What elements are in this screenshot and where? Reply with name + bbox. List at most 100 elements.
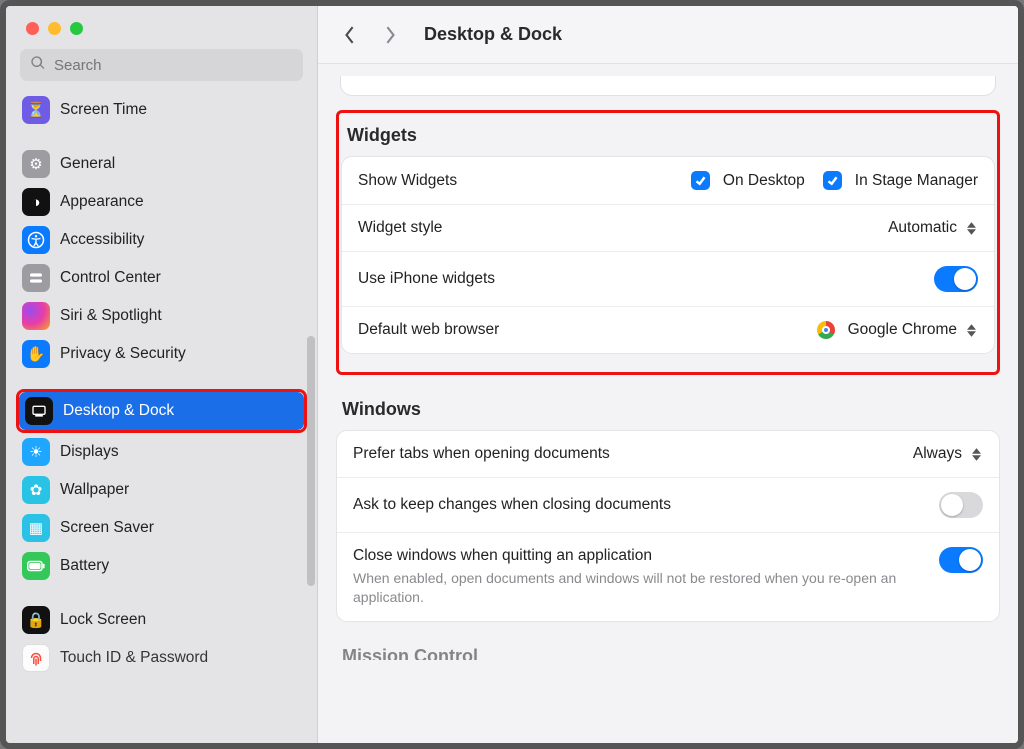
sidebar-item-appearance[interactable]: ◑ Appearance — [16, 183, 307, 221]
sidebar-item-touch-id[interactable]: Touch ID & Password — [16, 639, 307, 677]
search-input[interactable] — [54, 57, 293, 74]
sidebar-item-screen-time[interactable]: ⏳ Screen Time — [16, 91, 307, 129]
checkbox-on-desktop[interactable]: On Desktop — [691, 171, 805, 190]
sidebar-item-label: Screen Saver — [60, 519, 154, 537]
hourglass-icon: ⏳ — [22, 96, 50, 124]
sidebar-item-label: Siri & Spotlight — [60, 307, 162, 325]
flower-icon: ✿ — [22, 476, 50, 504]
minimize-window[interactable] — [48, 22, 61, 35]
row-ask-keep-changes: Ask to keep changes when closing documen… — [337, 477, 999, 532]
sidebar-item-desktop-dock[interactable]: Desktop & Dock — [19, 392, 304, 430]
sliders-icon — [22, 264, 50, 292]
sidebar-item-control-center[interactable]: Control Center — [16, 259, 307, 297]
window-controls — [6, 6, 317, 43]
sidebar-item-label: Lock Screen — [60, 611, 146, 629]
iphone-widgets-label: Use iPhone widgets — [358, 270, 495, 288]
previous-section-peek — [340, 76, 996, 96]
sidebar-item-wallpaper[interactable]: ✿ Wallpaper — [16, 471, 307, 509]
widget-style-popup[interactable]: Automatic — [888, 219, 978, 237]
row-default-browser: Default web browser Google Chrome — [342, 306, 994, 353]
sidebar-list[interactable]: ⏳ Screen Time ⚙ General ◑ Appearance Acc… — [6, 89, 317, 743]
sidebar-item-accessibility[interactable]: Accessibility — [16, 221, 307, 259]
sidebar-item-general[interactable]: ⚙ General — [16, 145, 307, 183]
content-scroll[interactable]: Widgets Show Widgets On Desktop In Stage… — [318, 64, 1018, 743]
sidebar-item-label: Displays — [60, 443, 119, 461]
checkbox-icon — [823, 171, 842, 190]
checkbox-icon — [691, 171, 710, 190]
checkbox-label: In Stage Manager — [855, 172, 978, 190]
appearance-icon: ◑ — [22, 188, 50, 216]
sidebar-item-label: Accessibility — [60, 231, 144, 249]
updown-chevron-icon — [964, 222, 978, 235]
widget-style-label: Widget style — [358, 219, 442, 237]
widgets-card: Show Widgets On Desktop In Stage Manager… — [341, 156, 995, 354]
system-settings-window: ⏳ Screen Time ⚙ General ◑ Appearance Acc… — [0, 0, 1024, 749]
accessibility-icon — [22, 226, 50, 254]
main-panel: Desktop & Dock Widgets Show Widgets On D… — [318, 6, 1018, 743]
section-title-windows: Windows — [342, 399, 994, 420]
search-field[interactable] — [20, 49, 303, 81]
screensaver-icon: ▦ — [22, 514, 50, 542]
gear-icon: ⚙ — [22, 150, 50, 178]
battery-icon — [22, 552, 50, 580]
prefer-tabs-label: Prefer tabs when opening documents — [353, 445, 610, 463]
row-prefer-tabs: Prefer tabs when opening documents Alway… — [337, 431, 999, 477]
updown-chevron-icon — [969, 448, 983, 461]
sidebar-item-label: Privacy & Security — [60, 345, 186, 363]
section-title-mission-control: Mission Control — [342, 646, 994, 660]
row-show-widgets: Show Widgets On Desktop In Stage Manager — [342, 157, 994, 204]
checkbox-in-stage-manager[interactable]: In Stage Manager — [823, 171, 978, 190]
default-browser-label: Default web browser — [358, 321, 499, 339]
updown-chevron-icon — [964, 324, 978, 337]
close-windows-sub: When enabled, open documents and windows… — [353, 569, 913, 607]
popup-value: Automatic — [888, 219, 957, 237]
sidebar-item-label: Appearance — [60, 193, 144, 211]
sidebar-item-label: Touch ID & Password — [60, 649, 208, 667]
popup-value: Google Chrome — [848, 321, 957, 339]
brightness-icon: ☀ — [22, 438, 50, 466]
checkbox-label: On Desktop — [723, 172, 805, 190]
sidebar-item-lock-screen[interactable]: 🔒 Lock Screen — [16, 601, 307, 639]
sidebar-item-battery[interactable]: Battery — [16, 547, 307, 585]
windows-card: Prefer tabs when opening documents Alway… — [336, 430, 1000, 622]
row-widget-style: Widget style Automatic — [342, 204, 994, 251]
sidebar-item-label: Control Center — [60, 269, 161, 287]
back-button[interactable] — [336, 21, 364, 49]
default-browser-popup[interactable]: Google Chrome — [817, 321, 978, 339]
sidebar-scrollbar[interactable] — [307, 336, 315, 586]
sidebar-item-label: Desktop & Dock — [63, 402, 174, 420]
row-close-windows: Close windows when quitting an applicati… — [337, 532, 999, 621]
prefer-tabs-popup[interactable]: Always — [913, 445, 983, 463]
sidebar-item-siri-spotlight[interactable]: Siri & Spotlight — [16, 297, 307, 335]
row-iphone-widgets: Use iPhone widgets — [342, 251, 994, 306]
chrome-icon — [817, 321, 835, 339]
search-icon — [30, 55, 46, 76]
dock-icon — [25, 397, 53, 425]
sidebar-item-label: Battery — [60, 557, 109, 575]
close-windows-switch[interactable] — [939, 547, 983, 573]
zoom-window[interactable] — [70, 22, 83, 35]
hand-icon: ✋ — [22, 340, 50, 368]
highlight-widgets-section: Widgets Show Widgets On Desktop In Stage… — [336, 110, 1000, 375]
ask-keep-changes-label: Ask to keep changes when closing documen… — [353, 496, 671, 514]
page-title: Desktop & Dock — [424, 24, 562, 45]
sidebar-item-label: Screen Time — [60, 101, 147, 119]
toolbar: Desktop & Dock — [318, 6, 1018, 64]
ask-keep-changes-switch[interactable] — [939, 492, 983, 518]
close-window[interactable] — [26, 22, 39, 35]
sidebar-item-displays[interactable]: ☀ Displays — [16, 433, 307, 471]
section-title-widgets: Widgets — [347, 125, 989, 146]
siri-icon — [22, 302, 50, 330]
sidebar-item-label: Wallpaper — [60, 481, 129, 499]
close-windows-label: Close windows when quitting an applicati… — [353, 547, 652, 565]
sidebar-item-label: General — [60, 155, 115, 173]
show-widgets-label: Show Widgets — [358, 172, 457, 190]
popup-value: Always — [913, 445, 962, 463]
forward-button[interactable] — [376, 21, 404, 49]
sidebar: ⏳ Screen Time ⚙ General ◑ Appearance Acc… — [6, 6, 318, 743]
fingerprint-icon — [22, 644, 50, 672]
highlight-desktop-dock: Desktop & Dock — [16, 389, 307, 433]
sidebar-item-privacy-security[interactable]: ✋ Privacy & Security — [16, 335, 307, 373]
iphone-widgets-switch[interactable] — [934, 266, 978, 292]
sidebar-item-screen-saver[interactable]: ▦ Screen Saver — [16, 509, 307, 547]
